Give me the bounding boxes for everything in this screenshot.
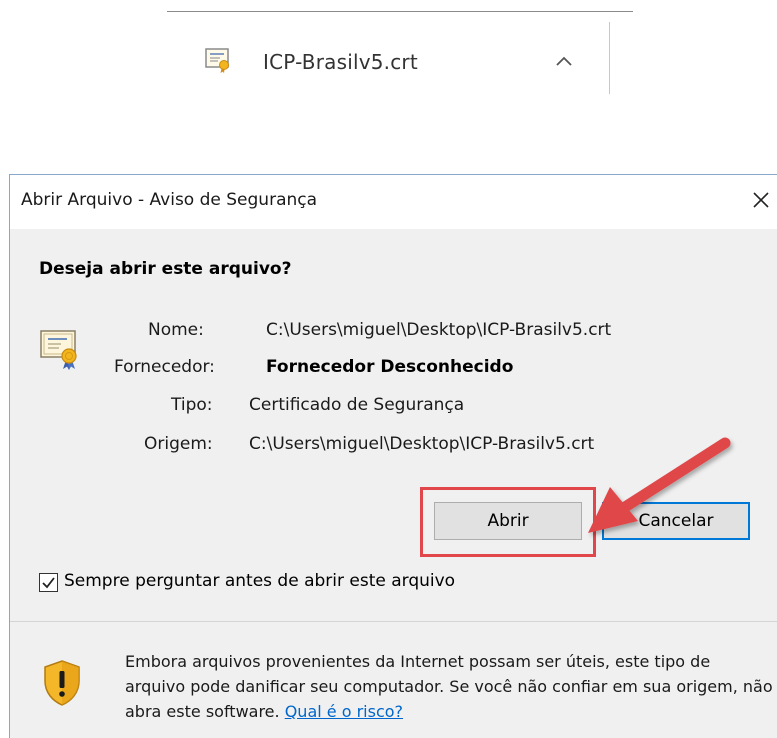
origin-value: C:\Users\miguel\Desktop\ICP-Brasilv5.crt bbox=[249, 434, 595, 454]
dialog-footer: Embora arquivos provenientes da Internet… bbox=[10, 622, 777, 738]
publisher-label: Fornecedor: bbox=[114, 357, 215, 377]
download-bar-separator bbox=[609, 22, 610, 94]
shield-warning-icon bbox=[42, 659, 82, 707]
name-label: Nome: bbox=[148, 320, 204, 340]
what-is-the-risk-link[interactable]: Qual é o risco? bbox=[285, 702, 403, 721]
close-icon[interactable] bbox=[746, 185, 776, 215]
dialog-body: Deseja abrir este arquivo? Nome: C:\User… bbox=[10, 229, 777, 621]
download-file-name[interactable]: ICP-Brasilv5.crt bbox=[263, 50, 418, 74]
warning-message: Embora arquivos provenientes da Internet… bbox=[125, 649, 775, 724]
publisher-value: Fornecedor Desconhecido bbox=[266, 357, 514, 377]
cancel-button[interactable]: Cancelar bbox=[602, 502, 750, 540]
type-label: Tipo: bbox=[171, 395, 213, 415]
dialog-question: Deseja abrir este arquivo? bbox=[39, 259, 292, 279]
security-warning-dialog: Abrir Arquivo - Aviso de Segurança Desej… bbox=[9, 174, 777, 738]
warning-text: Embora arquivos provenientes da Internet… bbox=[125, 652, 773, 721]
type-value: Certificado de Segurança bbox=[249, 395, 465, 415]
always-ask-label[interactable]: Sempre perguntar antes de abrir este arq… bbox=[64, 571, 455, 591]
chevron-up-icon[interactable] bbox=[552, 50, 576, 74]
dialog-titlebar[interactable]: Abrir Arquivo - Aviso de Segurança bbox=[10, 175, 777, 229]
certificate-icon bbox=[39, 327, 81, 371]
dialog-title: Abrir Arquivo - Aviso de Segurança bbox=[21, 190, 318, 210]
always-ask-checkbox[interactable] bbox=[39, 573, 58, 592]
download-item[interactable]: ICP-Brasilv5.crt bbox=[167, 12, 610, 94]
open-button[interactable]: Abrir bbox=[434, 502, 582, 540]
origin-label: Origem: bbox=[144, 434, 213, 454]
certificate-file-icon bbox=[204, 47, 232, 75]
name-value: C:\Users\miguel\Desktop\ICP-Brasilv5.crt bbox=[266, 320, 612, 340]
